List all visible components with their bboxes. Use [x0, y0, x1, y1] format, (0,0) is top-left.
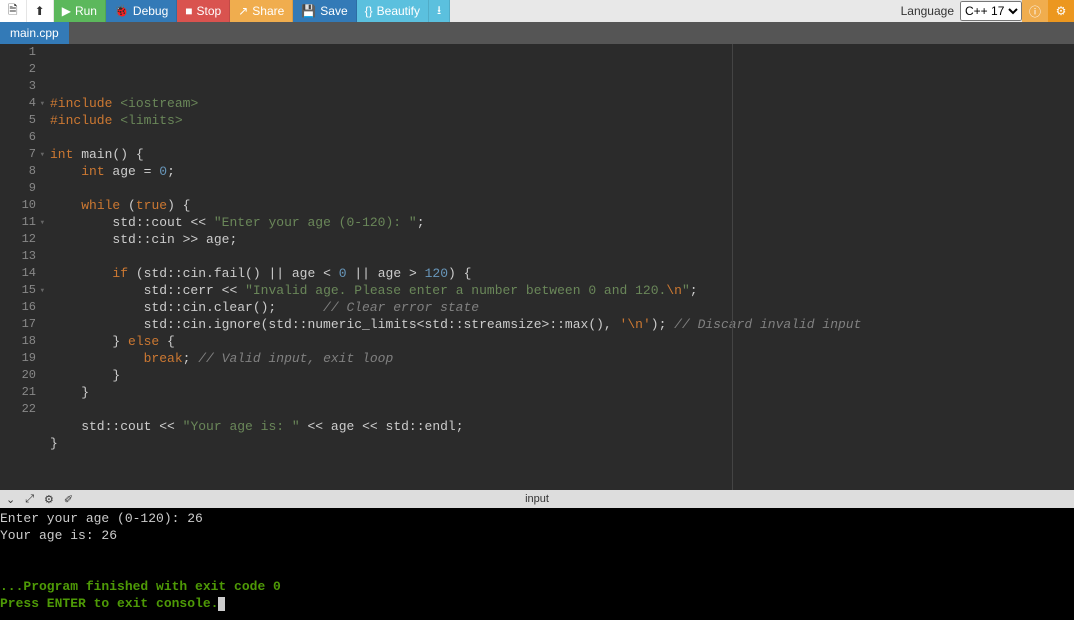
- line-number: 19: [0, 350, 36, 367]
- line-number: 9: [0, 180, 36, 197]
- share-button[interactable]: ↗ Share: [230, 0, 293, 22]
- toolbar: 🗎 ⬆ ▶ Run 🐞 Debug ■ Stop ↗ Share 💾 Save {} Bea…: [0, 0, 1074, 22]
- line-number: 4: [0, 95, 36, 112]
- tab-main-cpp[interactable]: main.cpp: [0, 22, 69, 44]
- line-number: 3: [0, 78, 36, 95]
- line-number: 14: [0, 265, 36, 282]
- code-line: std::cin >> age;: [50, 231, 1074, 248]
- line-number: 10: [0, 197, 36, 214]
- line-gutter: 12345678910111213141516171819202122: [0, 44, 44, 490]
- code-line: while (true) {: [50, 197, 1074, 214]
- run-button[interactable]: ▶ Run: [54, 0, 106, 22]
- play-icon: ▶: [62, 4, 71, 18]
- file-icon: 🗎: [8, 1, 18, 22]
- code-line: } else {: [50, 333, 1074, 350]
- code-line: int main() {: [50, 146, 1074, 163]
- settings-button[interactable]: ⚙: [1048, 0, 1074, 22]
- line-number: 6: [0, 129, 36, 146]
- code-area[interactable]: #include <iostream>#include <limits> int …: [44, 44, 1074, 490]
- info-icon: ⓘ: [1029, 3, 1041, 20]
- line-number: 18: [0, 333, 36, 350]
- line-number: 7: [0, 146, 36, 163]
- save-button[interactable]: 💾 Save: [293, 0, 356, 22]
- code-line: [50, 180, 1074, 197]
- line-number: 16: [0, 299, 36, 316]
- line-number: 15: [0, 282, 36, 299]
- share-icon: ↗: [238, 4, 248, 18]
- bug-icon: 🐞: [114, 4, 129, 18]
- code-line: #include <iostream>: [50, 95, 1074, 112]
- console-cursor: [218, 597, 225, 611]
- console-output[interactable]: Enter your age (0-120): 26 Your age is: …: [0, 508, 1074, 620]
- line-number: 22: [0, 401, 36, 418]
- save-label: Save: [320, 4, 347, 18]
- line-number: 11: [0, 214, 36, 231]
- language-label: Language: [895, 0, 960, 22]
- debug-button[interactable]: 🐞 Debug: [106, 0, 177, 22]
- line-number: 21: [0, 384, 36, 401]
- line-number: 8: [0, 163, 36, 180]
- new-file-button[interactable]: 🗎: [0, 0, 27, 22]
- code-line: }: [50, 435, 1074, 452]
- debug-label: Debug: [133, 4, 168, 18]
- console-line: Your age is: 26: [0, 528, 117, 543]
- line-number: 1: [0, 44, 36, 61]
- code-line: int age = 0;: [50, 163, 1074, 180]
- language-select[interactable]: C++ 17: [960, 1, 1022, 21]
- code-line: [50, 248, 1074, 265]
- upload-icon: ⬆: [35, 4, 45, 18]
- code-line: std::cerr << "Invalid age. Please enter …: [50, 282, 1074, 299]
- braces-icon: {}: [365, 4, 373, 18]
- expand-button[interactable]: ⤢: [25, 493, 34, 506]
- upload-button[interactable]: ⬆: [27, 0, 54, 22]
- run-label: Run: [75, 4, 97, 18]
- code-line: if (std::cin.fail() || age < 0 || age > …: [50, 265, 1074, 282]
- line-number: 13: [0, 248, 36, 265]
- download-button[interactable]: ⭳: [429, 0, 450, 22]
- code-line: [50, 129, 1074, 146]
- console-line: Enter your age (0-120): 26: [0, 511, 203, 526]
- toolbar-spacer: [450, 0, 894, 22]
- info-button[interactable]: ⓘ: [1022, 0, 1048, 22]
- code-line: break; // Valid input, exit loop: [50, 350, 1074, 367]
- code-line: std::cout << "Your age is: " << age << s…: [50, 418, 1074, 435]
- line-number: 17: [0, 316, 36, 333]
- collapse-button[interactable]: ⌄: [6, 493, 15, 506]
- console-exit-line: ...Program finished with exit code 0: [0, 579, 281, 594]
- code-line: std::cin.ignore(std::numeric_limits<std:…: [50, 316, 1074, 333]
- download-icon: ⭳: [437, 1, 441, 22]
- line-number: 2: [0, 61, 36, 78]
- code-line: }: [50, 384, 1074, 401]
- line-number: 12: [0, 231, 36, 248]
- code-line: [50, 401, 1074, 418]
- beautify-button[interactable]: {} Beautify: [357, 0, 429, 22]
- save-icon: 💾: [301, 4, 316, 18]
- print-margin: [732, 44, 733, 490]
- console-header: ⌄ ⤢ ⚙ ✐ input: [0, 490, 1074, 508]
- stop-label: Stop: [197, 4, 222, 18]
- clear-console-button[interactable]: ✐: [64, 493, 73, 506]
- code-line: #include <limits>: [50, 112, 1074, 129]
- code-line: std::cin.clear(); // Clear error state: [50, 299, 1074, 316]
- tab-label: main.cpp: [10, 26, 59, 40]
- console-prompt-line: Press ENTER to exit console.: [0, 596, 218, 611]
- code-line: std::cout << "Enter your age (0-120): ";: [50, 214, 1074, 231]
- code-line: [50, 452, 1074, 469]
- line-number: 20: [0, 367, 36, 384]
- beautify-label: Beautify: [377, 4, 420, 18]
- console-title: input: [525, 493, 549, 505]
- stop-icon: ■: [185, 4, 192, 18]
- code-line: }: [50, 367, 1074, 384]
- line-number: 5: [0, 112, 36, 129]
- console-controls: ⌄ ⤢ ⚙ ✐: [0, 493, 79, 506]
- share-label: Share: [252, 4, 284, 18]
- console-settings-button[interactable]: ⚙: [44, 493, 54, 506]
- tab-bar: main.cpp: [0, 22, 1074, 44]
- code-editor[interactable]: 12345678910111213141516171819202122 #inc…: [0, 44, 1074, 490]
- gear-icon: ⚙: [1056, 4, 1067, 18]
- stop-button[interactable]: ■ Stop: [177, 0, 230, 22]
